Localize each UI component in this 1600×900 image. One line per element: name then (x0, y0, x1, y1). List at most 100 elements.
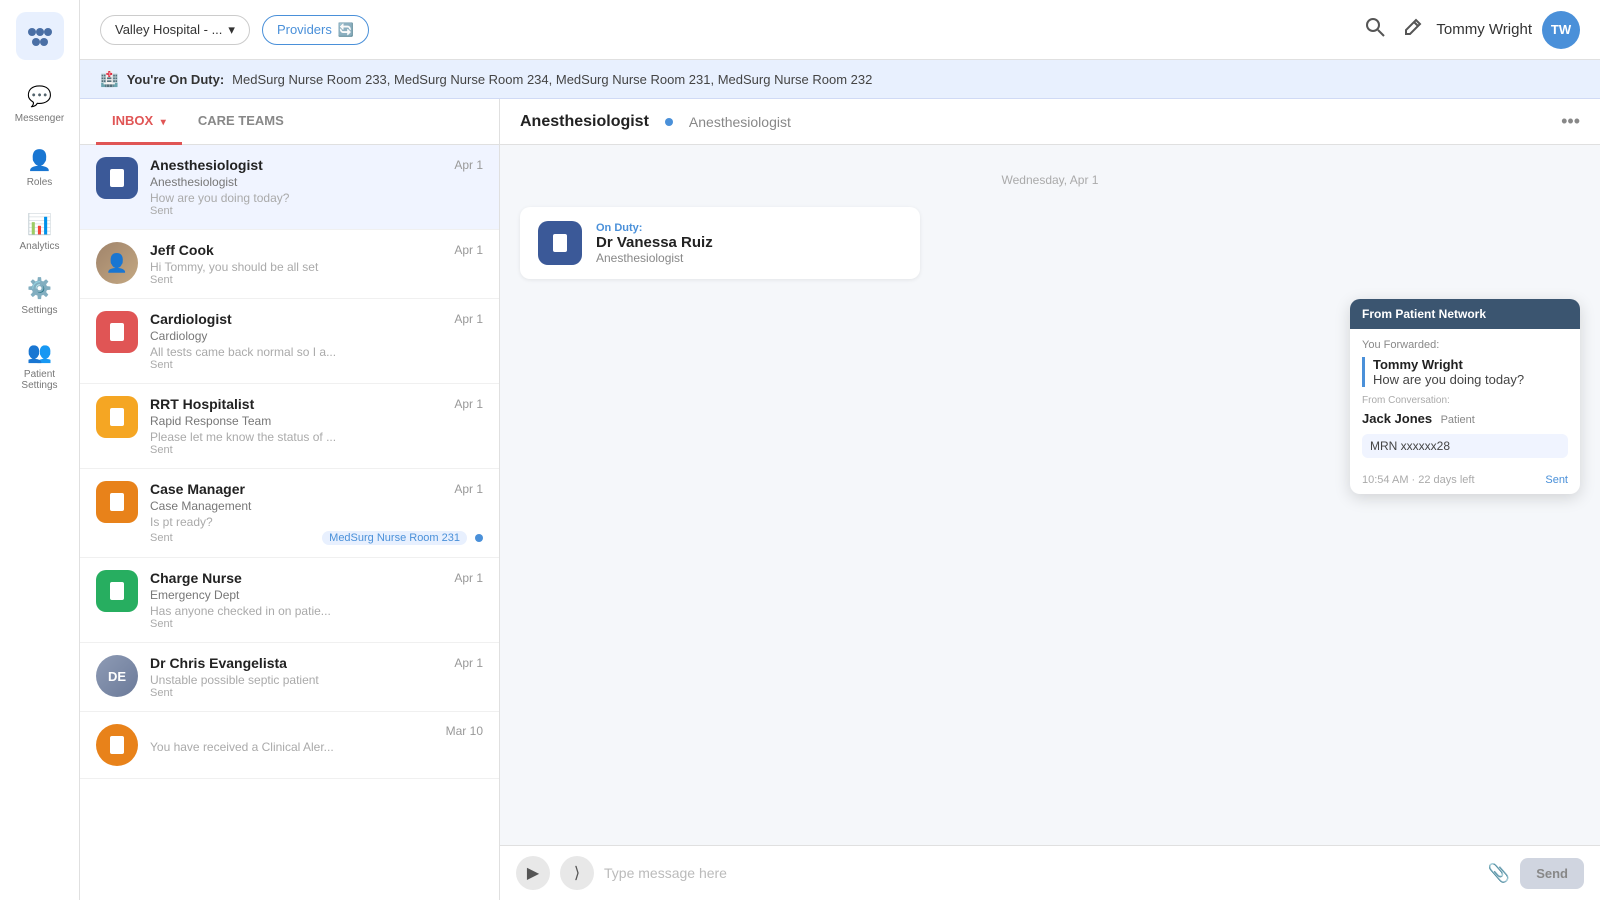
forwarded-message-text: How are you doing today? (1373, 372, 1568, 387)
inbox-item-5-sent: Sent (150, 532, 173, 544)
inbox-item-1-date: Apr 1 (454, 158, 483, 172)
tab-inbox-arrow: ▾ (161, 117, 166, 128)
user-avatar[interactable]: TW (1542, 11, 1580, 49)
forwarded-from-label: From Conversation: (1362, 395, 1568, 406)
inbox-item-6-subtitle: Emergency Dept (150, 588, 483, 602)
on-duty-card-role: Anesthesiologist (596, 251, 713, 265)
on-duty-card: On Duty: Dr Vanessa Ruiz Anesthesiologis… (520, 207, 920, 279)
inbox-item-3-name: Cardiologist (150, 311, 232, 327)
sidebar-item-patient-settings[interactable]: 👥 Patient Settings (6, 332, 74, 399)
tab-care-teams[interactable]: CARE TEAMS (182, 99, 300, 145)
forwarded-sent-label: Sent (1545, 474, 1568, 486)
sidebar-item-messenger-label: Messenger (15, 113, 64, 124)
sidebar-item-messenger[interactable]: 💬 Messenger (6, 76, 74, 132)
avatar-rrt (96, 396, 138, 438)
inbox-item-2-preview: Hi Tommy, you should be all set (150, 260, 483, 274)
chat-subtitle: Anesthesiologist (689, 114, 791, 130)
user-name: Tommy Wright (1436, 21, 1532, 38)
avatar-anesthesiologist (96, 157, 138, 199)
on-duty-avatar (538, 221, 582, 265)
on-duty-banner: 🏥 You're On Duty: MedSurg Nurse Room 233… (80, 60, 1600, 99)
hospital-selector[interactable]: Valley Hospital - ... ▾ (100, 15, 250, 45)
forward-button[interactable]: ⟩ (560, 856, 594, 890)
chat-input-bar: ▶ ⟩ 📎 Send (500, 845, 1600, 900)
providers-button[interactable]: Providers 🔄 (262, 15, 369, 45)
hospital-name: Valley Hospital - ... (115, 22, 222, 37)
inbox-item-4-name: RRT Hospitalist (150, 396, 254, 412)
sidebar-item-settings[interactable]: ⚙️ Settings (6, 268, 74, 324)
inbox-item-5-dot (475, 534, 483, 542)
avatar-jeff-cook: 👤 (96, 242, 138, 284)
inbox-item-2-sent: Sent (150, 274, 483, 286)
inbox-item-7-name: Dr Chris Evangelista (150, 655, 287, 671)
inbox-item-1-sent: Sent (150, 205, 483, 217)
inbox-item-1-content: Anesthesiologist Apr 1 Anesthesiologist … (150, 157, 483, 217)
inbox-panel: INBOX ▾ CARE TEAMS Anesthesiologist (80, 99, 500, 900)
inbox-item-3-subtitle: Cardiology (150, 329, 483, 343)
inbox-item-1-subtitle: Anesthesiologist (150, 175, 483, 189)
chat-panel: Anesthesiologist Anesthesiologist ••• We… (500, 99, 1600, 900)
forwarded-sender-name: Tommy Wright (1373, 357, 1568, 372)
search-button[interactable] (1364, 16, 1386, 44)
main-area: Valley Hospital - ... ▾ Providers 🔄 Tomm… (80, 0, 1600, 900)
avatar-case-manager (96, 481, 138, 523)
inbox-item-4[interactable]: RRT Hospitalist Apr 1 Rapid Response Tea… (80, 384, 499, 469)
inbox-list: Anesthesiologist Apr 1 Anesthesiologist … (80, 145, 499, 900)
chat-messages: Wednesday, Apr 1 On Duty: Dr Vanessa Rui… (500, 145, 1600, 845)
user-info: Tommy Wright TW (1436, 11, 1580, 49)
inbox-item-2-date: Apr 1 (454, 243, 483, 257)
settings-icon: ⚙️ (27, 276, 52, 301)
chevron-down-icon: ▾ (228, 22, 235, 38)
forwarded-popup-header: From Patient Network (1350, 299, 1580, 329)
forwarded-popup-body: You Forwarded: Tommy Wright How are you … (1350, 329, 1580, 468)
inbox-item-1[interactable]: Anesthesiologist Apr 1 Anesthesiologist … (80, 145, 499, 230)
inbox-item-8[interactable]: Mar 10 You have received a Clinical Aler… (80, 712, 499, 779)
forwarded-label: You Forwarded: (1362, 339, 1568, 351)
sidebar: 💬 Messenger 👤 Roles 📊 Analytics ⚙️ Setti… (0, 0, 80, 900)
messenger-icon: 💬 (27, 84, 52, 109)
inbox-item-1-name: Anesthesiologist (150, 157, 263, 173)
sidebar-item-analytics[interactable]: 📊 Analytics (6, 204, 74, 260)
sidebar-item-patient-settings-label: Patient Settings (12, 369, 68, 391)
more-options-button[interactable]: ••• (1561, 111, 1580, 132)
inbox-item-7-content: Dr Chris Evangelista Apr 1 Unstable poss… (150, 655, 483, 699)
inbox-item-6-preview: Has anyone checked in on patie... (150, 604, 483, 618)
date-divider: Wednesday, Apr 1 (520, 173, 1580, 187)
forwarded-time: 10:54 AM · 22 days left (1362, 474, 1475, 486)
inbox-item-6[interactable]: Charge Nurse Apr 1 Emergency Dept Has an… (80, 558, 499, 643)
inbox-item-3[interactable]: Cardiologist Apr 1 Cardiology All tests … (80, 299, 499, 384)
sidebar-item-analytics-label: Analytics (19, 241, 59, 252)
badge-icon: 🏥 (100, 70, 119, 88)
avatar-charge-nurse (96, 570, 138, 612)
avatar-cardiologist (96, 311, 138, 353)
top-header: Valley Hospital - ... ▾ Providers 🔄 Tomm… (80, 0, 1600, 60)
inbox-item-4-date: Apr 1 (454, 397, 483, 411)
inbox-item-5-preview: Is pt ready? (150, 515, 483, 529)
inbox-item-5-content: Case Manager Apr 1 Case Management Is pt… (150, 481, 483, 545)
inbox-item-5[interactable]: Case Manager Apr 1 Case Management Is pt… (80, 469, 499, 558)
inbox-item-7-sent: Sent (150, 687, 483, 699)
inbox-item-2-name: Jeff Cook (150, 242, 214, 258)
sidebar-item-roles[interactable]: 👤 Roles (6, 140, 74, 196)
inbox-item-4-subtitle: Rapid Response Team (150, 414, 483, 428)
inbox-item-2[interactable]: 👤 Jeff Cook Apr 1 Hi Tommy, you should b… (80, 230, 499, 299)
send-button[interactable]: Send (1520, 858, 1584, 889)
compose-button[interactable] (1402, 16, 1424, 44)
inbox-item-6-date: Apr 1 (454, 571, 483, 585)
inbox-item-4-sent: Sent (150, 444, 483, 456)
inbox-item-4-content: RRT Hospitalist Apr 1 Rapid Response Tea… (150, 396, 483, 456)
inbox-item-7-preview: Unstable possible septic patient (150, 673, 483, 687)
inbox-item-1-preview: How are you doing today? (150, 191, 483, 205)
tab-inbox[interactable]: INBOX ▾ (96, 99, 182, 145)
app-logo[interactable] (16, 12, 64, 60)
message-input[interactable] (604, 865, 1478, 881)
inbox-item-8-content: Mar 10 You have received a Clinical Aler… (150, 724, 483, 754)
inbox-item-5-tag: MedSurg Nurse Room 231 (322, 531, 467, 545)
chat-header: Anesthesiologist Anesthesiologist ••• (500, 99, 1600, 145)
inbox-item-5-date: Apr 1 (454, 482, 483, 496)
audio-button[interactable]: ▶ (516, 856, 550, 890)
inbox-item-7[interactable]: DE Dr Chris Evangelista Apr 1 Unstable p… (80, 643, 499, 712)
attachment-icon[interactable]: 📎 (1488, 863, 1510, 884)
forwarded-from-name: Jack Jones (1362, 411, 1432, 426)
on-duty-label: You're On Duty: (127, 72, 224, 87)
